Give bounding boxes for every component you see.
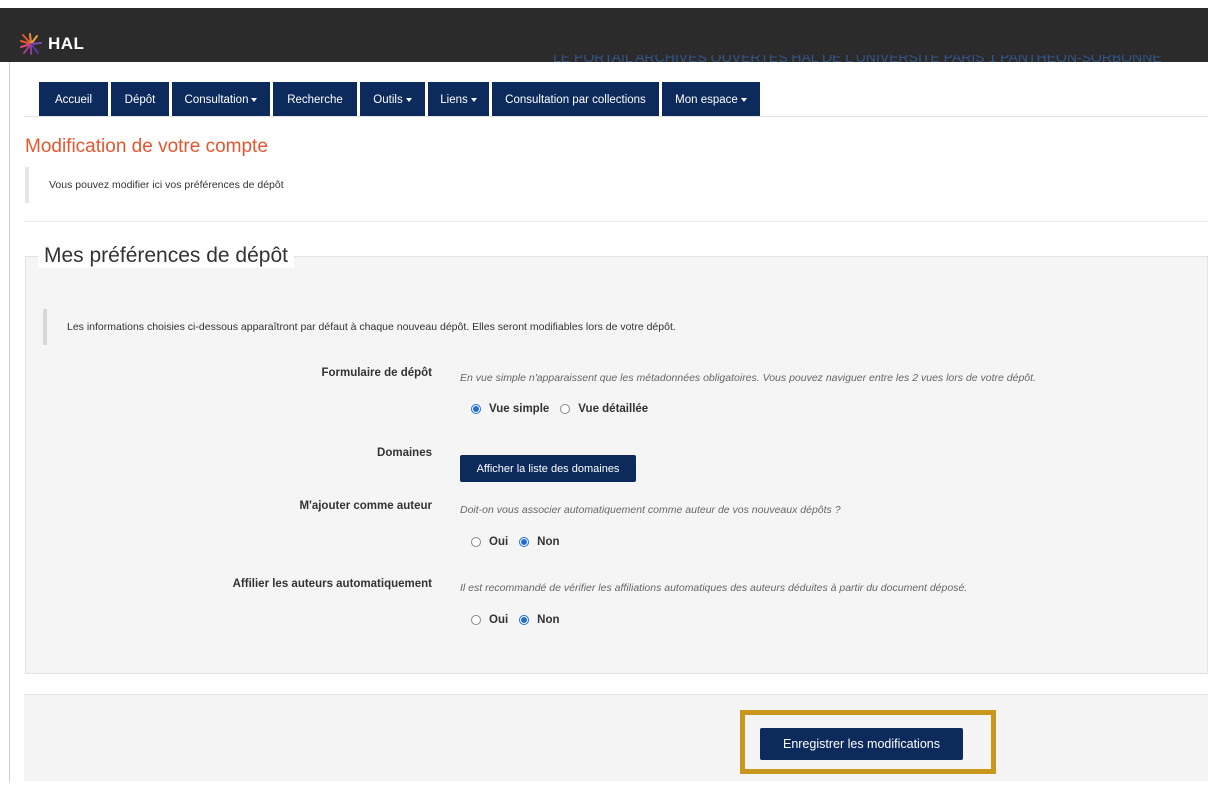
page-title: Modification de votre compte [25, 136, 268, 157]
hal-logo-icon [20, 33, 42, 55]
radio-label: Non [537, 614, 560, 626]
portal-title: LE PORTAIL ARCHIVES OUVERTES HAL DE L'UN… [553, 55, 1173, 69]
nav-label: Outils [373, 93, 403, 106]
radio-label: Oui [489, 614, 509, 626]
caret-down-icon [470, 97, 477, 102]
nav-label: Recherche [287, 93, 343, 106]
nav-mon-espace[interactable]: Mon espace [662, 82, 760, 117]
preferences-legend: Mes préférences de dépôt [38, 244, 294, 268]
caret-down-icon [405, 97, 412, 102]
radio-non[interactable] [519, 537, 530, 547]
top-bar: HAL [0, 8, 1208, 62]
nav-label: Accueil [54, 93, 93, 106]
formulaire-label: Formulaire de dépôt [321, 367, 432, 379]
radio-label: Vue simple [489, 403, 550, 415]
ajouter-auteur-label: M'ajouter comme auteur [299, 500, 432, 512]
save-button[interactable]: Enregistrer les modifications [760, 728, 963, 760]
radio-label: Oui [489, 536, 509, 548]
intro-text: Vous pouvez modifier ici vos préférences… [25, 167, 284, 203]
logo-text: HAL [48, 34, 85, 53]
main-nav: Accueil Dépôt Consultation Recherche Out… [39, 82, 760, 117]
nav-label: Consultation [184, 93, 249, 106]
radio-oui[interactable] [471, 537, 481, 547]
nav-consultation-collections[interactable]: Consultation par collections [492, 82, 659, 117]
afficher-domaines-button[interactable]: Afficher la liste des domaines [460, 455, 636, 482]
divider [24, 221, 1208, 222]
left-border [9, 62, 10, 782]
nav-depot[interactable]: Dépôt [111, 82, 169, 117]
formulaire-help: En vue simple n'apparaissent que les mét… [460, 372, 1036, 384]
hal-logo[interactable]: HAL [20, 31, 84, 57]
ajouter-auteur-help: Doit-on vous associer automatiquement co… [460, 504, 841, 516]
nav-label: Liens [440, 93, 468, 106]
nav-liens[interactable]: Liens [428, 82, 489, 117]
radio-vue-detaillee[interactable] [560, 404, 571, 414]
affilier-help: Il est recommandé de vérifier les affili… [460, 582, 968, 594]
radio-label: Vue détaillée [578, 403, 649, 415]
nav-consultation[interactable]: Consultation [172, 82, 270, 117]
radio-non[interactable] [519, 615, 530, 625]
ajouter-auteur-options: Oui Non [471, 536, 560, 548]
nav-recherche[interactable]: Recherche [273, 82, 357, 117]
nav-label: Consultation par collections [505, 93, 646, 106]
affilier-options: Oui Non [471, 614, 560, 626]
domaines-label: Domaines [377, 447, 432, 459]
nav-accueil[interactable]: Accueil [39, 82, 108, 117]
caret-down-icon [740, 97, 747, 102]
radio-vue-simple[interactable] [471, 404, 481, 414]
form-footer [24, 694, 1208, 781]
nav-divider [24, 116, 1208, 117]
preferences-info: Les informations choisies ci-dessous app… [43, 309, 676, 345]
radio-oui[interactable] [471, 615, 481, 625]
nav-label: Mon espace [675, 93, 738, 106]
nav-outils[interactable]: Outils [360, 82, 425, 117]
formulaire-options: Vue simple Vue détaillée [471, 403, 648, 415]
radio-label: Non [537, 536, 560, 548]
caret-down-icon [251, 97, 258, 102]
nav-label: Dépôt [124, 93, 156, 106]
portal-title-text: LE PORTAIL ARCHIVES OUVERTES HAL DE L'UN… [553, 55, 1162, 65]
affilier-label: Affilier les auteurs automatiquement [232, 578, 432, 590]
